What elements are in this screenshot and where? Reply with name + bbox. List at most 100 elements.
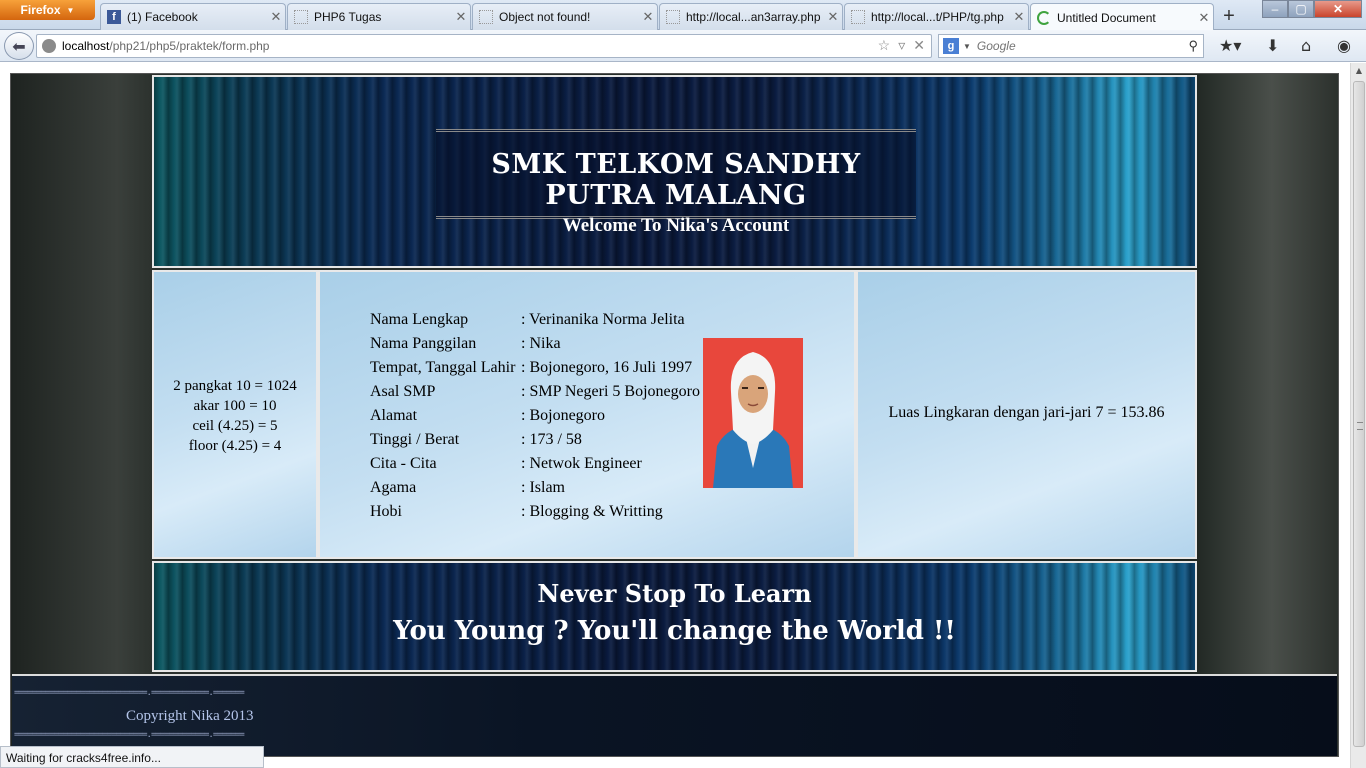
page-frame: SMK TELKOM SANDHY PUTRA MALANG Welcome T… <box>10 73 1339 757</box>
profile-table: Nama Lengkap : Verinanika Norma Jelita Na… <box>370 308 700 524</box>
profile-value: : Nika <box>521 335 561 352</box>
tab-object-not-found[interactable]: Object not found! ✕ <box>472 3 658 30</box>
profile-value: : Netwok Engineer <box>521 455 642 472</box>
header-title-box: SMK TELKOM SANDHY PUTRA MALANG Welcome T… <box>436 129 916 236</box>
profile-photo <box>703 338 803 488</box>
vertical-scrollbar[interactable]: ▲ <box>1350 63 1366 768</box>
profile-label: Asal SMP <box>370 383 436 400</box>
profile-row: Hobi: Blogging & Writting <box>370 500 700 524</box>
url-host: localhost <box>62 39 110 53</box>
tab-label: http://local...an3array.php <box>686 10 821 24</box>
download-icon[interactable]: ⬇ <box>1266 36 1279 55</box>
motto-line-2: You Young ? You'll change the World !! <box>393 616 956 646</box>
motto-banner: Never Stop To Learn You Young ? You'll c… <box>152 561 1197 672</box>
close-icon[interactable]: ✕ <box>1195 10 1213 26</box>
window-close-button[interactable]: ✕ <box>1314 0 1362 18</box>
profile-label: Nama Lengkap <box>370 311 469 328</box>
profile-value: : SMP Negeri 5 Bojonegoro <box>521 383 700 400</box>
profile-value: : Blogging & Writting <box>521 503 663 520</box>
status-bar: Waiting for cracks4free.info... <box>0 746 264 768</box>
search-input[interactable] <box>976 39 1177 53</box>
tab-an3array[interactable]: http://local...an3array.php ✕ <box>659 3 843 30</box>
tab-label: PHP6 Tugas <box>314 10 382 24</box>
close-icon[interactable]: ✕ <box>824 9 842 25</box>
footer-rule: ==============================.=========… <box>14 688 245 698</box>
tab-bar: Firefox ▼ f (1) Facebook ✕ PHP6 Tugas ✕ … <box>0 0 1366 31</box>
profile-row: Alamat: Bojonegoro <box>370 404 700 428</box>
profile-label: Alamat <box>370 407 418 424</box>
url-path: /php21/php5/praktek/form.php <box>109 39 270 53</box>
tab-label: http://local...t/PHP/tg.php <box>871 10 1004 24</box>
bookmark-star-icon[interactable]: ☆ <box>878 37 891 54</box>
facebook-icon: f <box>107 10 121 24</box>
close-icon[interactable]: ✕ <box>1010 9 1028 25</box>
firefox-menu-label: Firefox <box>20 3 61 17</box>
copyright-text: Copyright Nika 2013 <box>126 708 254 724</box>
new-tab-button[interactable]: + <box>1214 4 1244 29</box>
motto-line-1: Never Stop To Learn <box>537 579 812 608</box>
blank-page-icon <box>479 10 493 24</box>
math-line: 2 pangkat 10 = 1024 <box>173 378 297 394</box>
circle-panel: Luas Lingkaran dengan jari-jari 7 = 153.… <box>856 270 1197 559</box>
status-text: Waiting for cracks4free.info... <box>6 751 161 765</box>
profile-label: Cita - Cita <box>370 455 437 472</box>
search-bar[interactable]: g ▼ ⚲ <box>938 34 1204 58</box>
chevron-down-icon: ▼ <box>66 5 75 15</box>
navigation-bar: ⬅ localhost/php21/php5/praktek/form.php … <box>0 30 1366 62</box>
tab-label: (1) Facebook <box>127 10 198 24</box>
profile-label: Tempat, Tanggal Lahir <box>370 359 516 376</box>
profile-row: Tempat, Tanggal Lahir : Bojonegoro, 16 Ju… <box>370 356 700 380</box>
profile-panel: Nama Lengkap : Verinanika Norma Jelita Na… <box>318 270 856 559</box>
chevron-down-icon[interactable]: ▼ <box>963 42 971 51</box>
school-title: SMK TELKOM SANDHY PUTRA MALANG <box>491 149 861 211</box>
header-banner: SMK TELKOM SANDHY PUTRA MALANG Welcome T… <box>152 75 1197 268</box>
addon-icon[interactable]: ◉ <box>1337 36 1351 55</box>
scroll-up-icon[interactable]: ▲ <box>1351 63 1366 79</box>
home-icon[interactable]: ⌂ <box>1301 36 1311 55</box>
address-bar[interactable]: localhost/php21/php5/praktek/form.php ☆ … <box>36 34 932 58</box>
blank-page-icon <box>294 10 308 24</box>
close-icon[interactable]: ✕ <box>267 9 285 25</box>
math-line: floor (4.25) = 4 <box>188 438 282 454</box>
minimize-button[interactable]: – <box>1262 0 1288 18</box>
blank-page-icon <box>666 10 680 24</box>
tab-label: Object not found! <box>499 10 591 24</box>
math-line: ceil (4.25) = 5 <box>192 418 278 434</box>
page-viewport: SMK TELKOM SANDHY PUTRA MALANG Welcome T… <box>0 63 1350 768</box>
profile-row: Nama Lengkap : Verinanika Norma Jelita <box>370 308 700 332</box>
profile-row: Nama Panggilan : Nika <box>370 332 700 356</box>
history-dropdown-icon[interactable]: ▿ <box>898 37 905 54</box>
scrollbar-thumb[interactable] <box>1353 81 1365 747</box>
profile-label: Tinggi / Berat <box>370 431 460 448</box>
tab-facebook[interactable]: f (1) Facebook ✕ <box>100 3 286 30</box>
search-icon[interactable]: ⚲ <box>1188 38 1198 54</box>
tab-php6-tugas[interactable]: PHP6 Tugas ✕ <box>287 3 471 30</box>
tab-tg-php[interactable]: http://local...t/PHP/tg.php ✕ <box>844 3 1029 30</box>
welcome-subtitle: Welcome To Nika's Account <box>562 215 790 236</box>
maximize-button[interactable]: ▢ <box>1288 0 1314 18</box>
stop-icon[interactable]: ✕ <box>913 37 925 54</box>
profile-row: Cita - Cita : Netwok Engineer <box>370 452 700 476</box>
loading-icon <box>1037 10 1051 25</box>
footer-rule: ==============================.=========… <box>14 730 245 740</box>
tab-untitled-document[interactable]: Untitled Document ✕ <box>1030 3 1214 31</box>
circle-area-text: Luas Lingkaran dengan jari-jari 7 = 153.… <box>888 404 1165 421</box>
globe-icon <box>42 39 56 53</box>
profile-value: : Verinanika Norma Jelita <box>521 311 685 328</box>
profile-row: Asal SMP : SMP Negeri 5 Bojonegoro <box>370 380 700 404</box>
profile-label: Nama Panggilan <box>370 335 477 352</box>
profile-value: : 173 / 58 <box>521 431 582 448</box>
profile-value: : Bojonegoro, 16 Juli 1997 <box>521 359 693 376</box>
close-icon[interactable]: ✕ <box>639 9 657 25</box>
back-arrow-icon: ⬅ <box>12 36 26 56</box>
close-icon[interactable]: ✕ <box>452 9 470 25</box>
profile-value: : Islam <box>521 479 565 496</box>
bookmarks-menu-icon[interactable]: ★▾ <box>1219 36 1241 55</box>
google-icon[interactable]: g <box>943 38 959 54</box>
student-portrait <box>703 338 803 488</box>
tab-label: Untitled Document <box>1057 10 1156 25</box>
profile-row: Tinggi / Berat : 173 / 58 <box>370 428 700 452</box>
copyright-footer: ==============================.=========… <box>12 674 1337 756</box>
back-button[interactable]: ⬅ <box>4 32 34 60</box>
firefox-menu-button[interactable]: Firefox ▼ <box>0 0 95 20</box>
